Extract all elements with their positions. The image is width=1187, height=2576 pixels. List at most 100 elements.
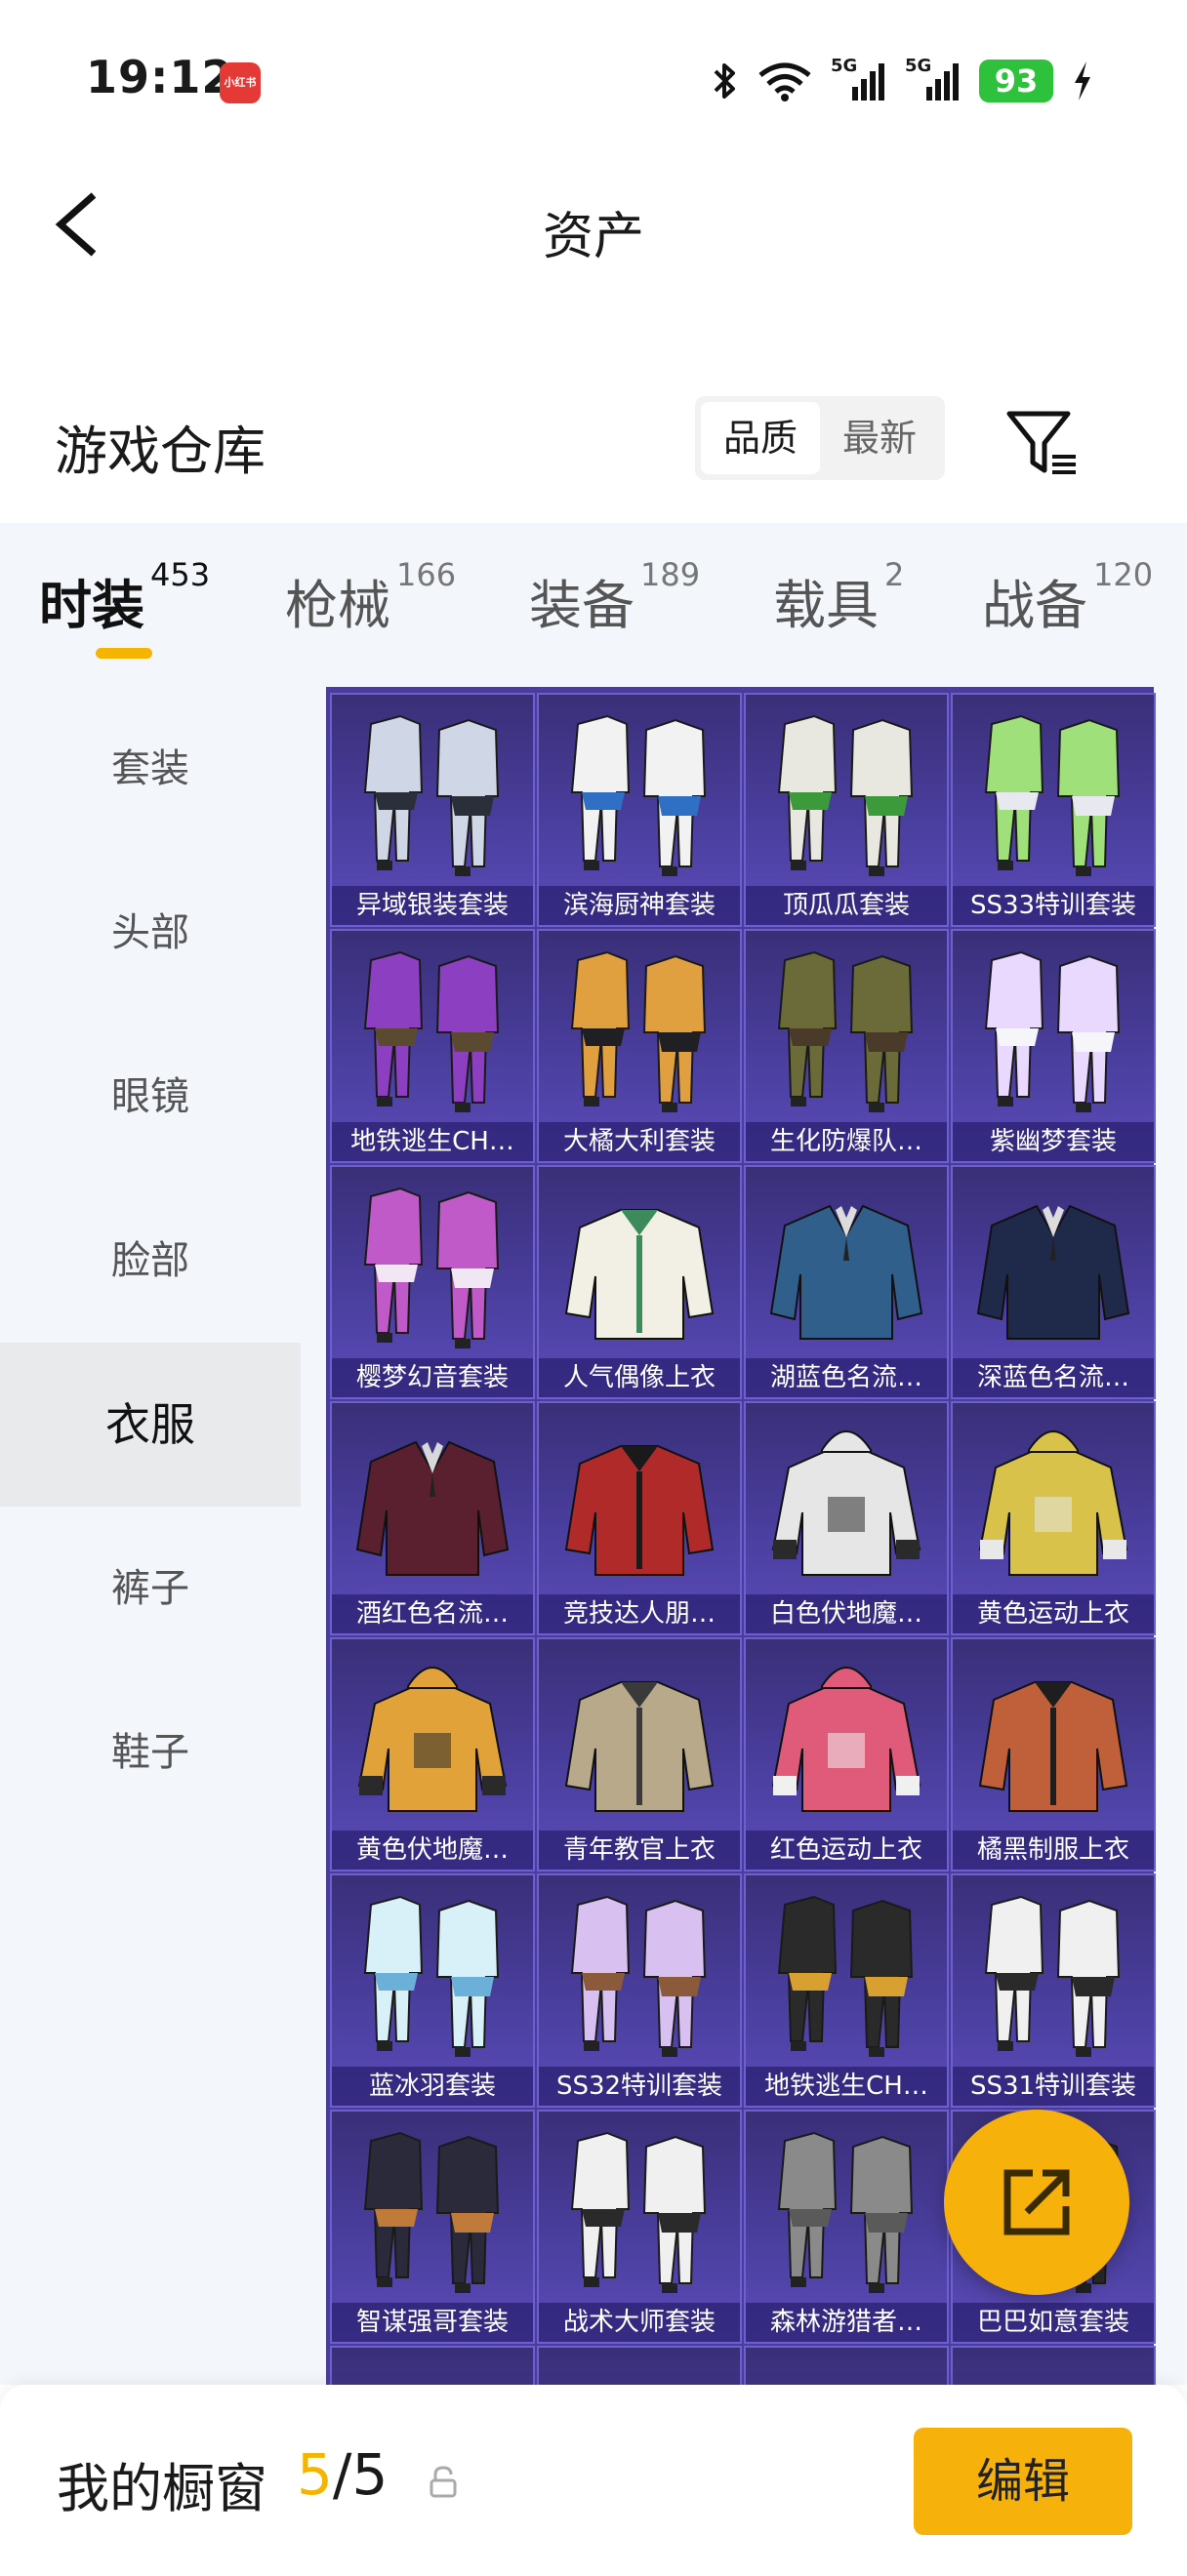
item-name: 战术大师套装	[539, 2303, 740, 2342]
item-name: 紫幽梦套装	[953, 1122, 1154, 1161]
item-card-partial[interactable]	[744, 2346, 949, 2385]
tab-label: 时装	[39, 575, 144, 636]
sidebar-item-glasses[interactable]: 眼镜	[0, 1015, 301, 1179]
status-bar: 19:12 小红书 5G 5G 93	[0, 0, 1187, 146]
item-image	[332, 1639, 533, 1831]
item-name: 地铁逃生CH…	[332, 1122, 533, 1161]
tab-label: 装备	[529, 575, 634, 636]
item-card[interactable]: 黄色伏地魔…	[330, 1637, 535, 1872]
sidebar-item-face[interactable]: 脸部	[0, 1179, 301, 1343]
item-name: 深蓝色名流…	[953, 1358, 1154, 1397]
sidebar-item-head[interactable]: 头部	[0, 851, 301, 1015]
sidebar-item-pants[interactable]: 裤子	[0, 1507, 301, 1670]
active-tab-indicator	[96, 648, 152, 659]
sidebar-item-shoes[interactable]: 鞋子	[0, 1670, 301, 1834]
app-badge-icon: 小红书	[220, 62, 261, 103]
item-image	[953, 1875, 1154, 2067]
signal-5g-icon-2: 5G	[905, 56, 962, 102]
item-card[interactable]: 蓝冰羽套装	[330, 1873, 535, 2108]
item-image	[746, 695, 947, 886]
showcase-label: 我的橱窗	[57, 2458, 267, 2519]
charging-icon	[1075, 61, 1090, 101]
item-card-partial[interactable]	[537, 2346, 742, 2385]
item-card-partial[interactable]	[330, 2346, 535, 2385]
tab-equipment[interactable]: 装备 189	[529, 556, 700, 639]
item-card[interactable]: 人气偶像上衣	[537, 1165, 742, 1399]
item-card[interactable]: 滨海厨神套装	[537, 693, 742, 927]
item-name: 竞技达人朋…	[539, 1594, 740, 1633]
item-card[interactable]: 黄色运动上衣	[951, 1401, 1156, 1635]
item-name: 橘黑制服上衣	[953, 1831, 1154, 1870]
filter-button[interactable]	[1000, 400, 1084, 484]
sidebar-item-suits[interactable]: 套装	[0, 687, 301, 851]
tab-label: 载具	[773, 575, 879, 636]
tab-vehicles[interactable]: 载具 2	[773, 556, 904, 639]
sidebar-item-clothes[interactable]: 衣服	[0, 1343, 301, 1507]
item-card[interactable]: 大橘大利套装	[537, 929, 742, 1163]
sort-newest-option[interactable]: 最新	[820, 402, 939, 474]
item-card[interactable]: 地铁逃生CH…	[744, 1873, 949, 2108]
item-card[interactable]: SS33特训套装	[951, 693, 1156, 927]
item-name: 酒红色名流…	[332, 1594, 533, 1633]
item-image	[746, 1167, 947, 1358]
item-image	[953, 695, 1154, 886]
item-card[interactable]: 橘黑制服上衣	[951, 1637, 1156, 1872]
item-name: 巴巴如意套装	[953, 2303, 1154, 2342]
subcategory-sidebar: 套装 头部 眼镜 脸部 衣服 裤子 鞋子	[0, 687, 301, 2385]
status-icons: 5G 5G 93	[710, 54, 1094, 108]
item-card[interactable]: 地铁逃生CH…	[330, 929, 535, 1163]
item-image	[746, 1403, 947, 1594]
item-card[interactable]: 异域银装套装	[330, 693, 535, 927]
item-card-partial[interactable]	[951, 2346, 1156, 2385]
item-card[interactable]: 樱梦幻音套装	[330, 1165, 535, 1399]
item-name: 智谋强哥套装	[332, 2303, 533, 2342]
category-tab-bar: 时装 453 枪械 166 装备 189 载具 2 战备 120	[0, 523, 1187, 687]
item-card[interactable]: 竞技达人朋…	[537, 1401, 742, 1635]
sort-toggle: 品质 最新	[695, 396, 945, 480]
bluetooth-icon	[714, 63, 735, 99]
status-time: 19:12	[86, 51, 234, 103]
item-card[interactable]: 白色伏地魔…	[744, 1401, 949, 1635]
item-image	[539, 1403, 740, 1594]
item-card[interactable]: 战术大师套装	[537, 2110, 742, 2344]
item-image	[332, 931, 533, 1122]
item-card[interactable]: 顶瓜瓜套装	[744, 693, 949, 927]
showcase-count: 5/5	[297, 2441, 388, 2508]
item-image	[539, 2112, 740, 2303]
item-card[interactable]: SS31特训套装	[951, 1873, 1156, 2108]
tab-weapons[interactable]: 枪械 166	[285, 556, 456, 639]
tab-count: 453	[150, 556, 211, 593]
item-name: 生化防爆队…	[746, 1122, 947, 1161]
item-name: 樱梦幻音套装	[332, 1358, 533, 1397]
item-image	[332, 2112, 533, 2303]
wifi-icon	[758, 62, 811, 101]
tab-battle-gear[interactable]: 战备 120	[982, 556, 1153, 639]
item-card[interactable]: 智谋强哥套装	[330, 2110, 535, 2344]
item-card[interactable]: 湖蓝色名流…	[744, 1165, 949, 1399]
item-card[interactable]: 酒红色名流…	[330, 1401, 535, 1635]
item-card[interactable]: 生化防爆队…	[744, 929, 949, 1163]
share-button[interactable]	[944, 2110, 1129, 2295]
item-card[interactable]: 红色运动上衣	[744, 1637, 949, 1872]
item-card[interactable]: 紫幽梦套装	[951, 929, 1156, 1163]
item-name: 地铁逃生CH…	[746, 2067, 947, 2106]
page-title: 资产	[542, 208, 644, 266]
item-name: 青年教官上衣	[539, 1831, 740, 1870]
edit-button[interactable]: 编辑	[914, 2428, 1132, 2535]
item-image	[539, 1167, 740, 1358]
tab-fashion[interactable]: 时装 453	[39, 556, 210, 639]
sort-quality-option[interactable]: 品质	[701, 402, 820, 474]
item-card[interactable]: 深蓝色名流…	[951, 1165, 1156, 1399]
item-name: 红色运动上衣	[746, 1831, 947, 1870]
item-image	[332, 1403, 533, 1594]
item-name: 人气偶像上衣	[539, 1358, 740, 1397]
item-image	[332, 695, 533, 886]
item-image	[539, 695, 740, 886]
item-card[interactable]: SS32特训套装	[537, 1873, 742, 2108]
tab-count: 166	[396, 556, 457, 593]
item-card[interactable]: 森林游猎者…	[744, 2110, 949, 2344]
item-card[interactable]: 青年教官上衣	[537, 1637, 742, 1872]
item-image	[746, 931, 947, 1122]
item-name: 滨海厨神套装	[539, 886, 740, 925]
item-name: SS32特训套装	[539, 2067, 740, 2106]
